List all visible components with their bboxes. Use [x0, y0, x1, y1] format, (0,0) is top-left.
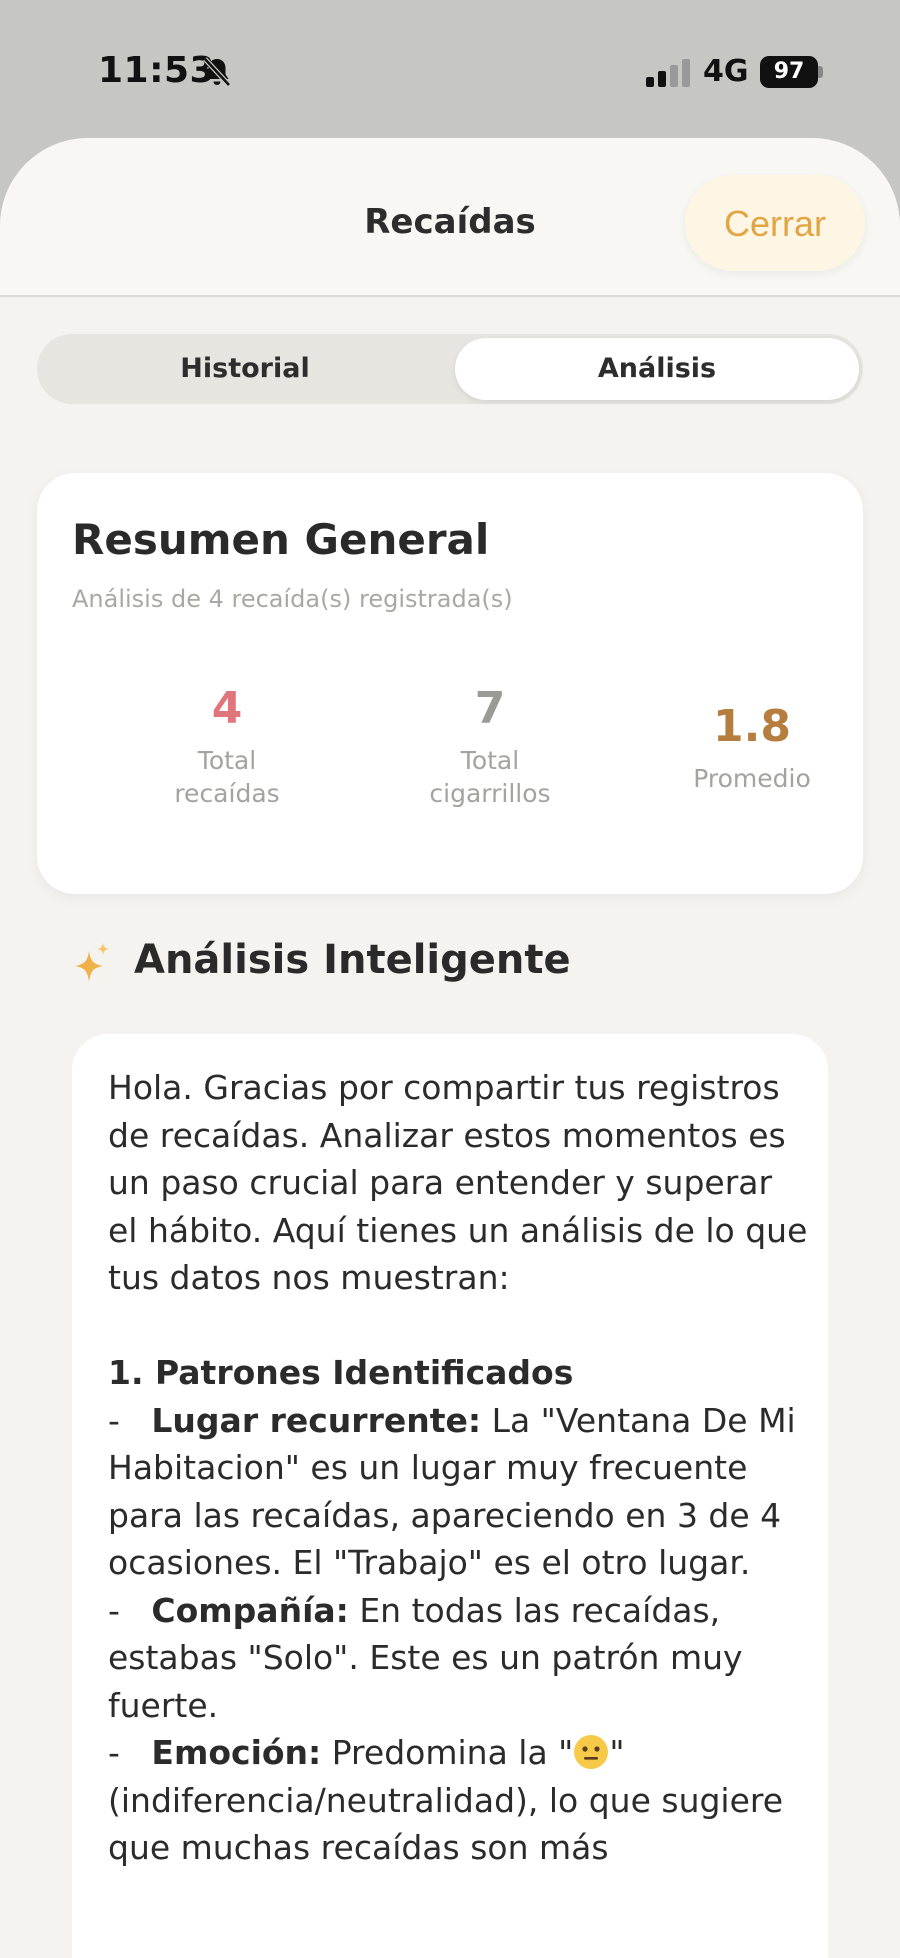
stat-value: 4 — [211, 683, 243, 734]
list-item: - Compañía: En todas las recaídas, estab… — [108, 1590, 743, 1725]
neutral-face-emoji-icon — [574, 1735, 609, 1769]
stat-total-relapses: 4 Total recaídas — [107, 683, 347, 810]
stat-value: 1.8 — [713, 701, 791, 752]
bell-slash-icon — [203, 57, 231, 87]
stat-label: Total cigarrillos — [429, 746, 551, 808]
ai-analysis-title: Análisis Inteligente — [134, 937, 571, 983]
close-button[interactable]: Cerrar — [685, 175, 865, 271]
tab-analisis[interactable]: Análisis — [455, 338, 859, 400]
battery-nub — [818, 66, 823, 78]
network-type: 4G — [703, 54, 749, 89]
ai-analysis-text: Hola. Gracias por compartir tus registro… — [108, 1064, 808, 1872]
stat-total-cigarettes: 7 Total cigarrillos — [370, 683, 610, 810]
sparkles-icon — [75, 943, 109, 982]
summary-title: Resumen General — [72, 515, 490, 564]
list-item: - Emoción: Predomina la " " (indiferencia… — [108, 1733, 784, 1867]
stat-value: 7 — [474, 683, 506, 734]
battery-indicator: 97 — [760, 56, 818, 88]
summary-subtitle: Análisis de 4 recaída(s) registrada(s) — [72, 585, 513, 613]
stat-label: Total recaídas — [174, 746, 280, 808]
sheet-header: Recaídas Cerrar — [0, 138, 900, 297]
relapses-sheet: Recaídas Cerrar Historial Análisis Resum… — [0, 138, 900, 1958]
summary-card: Resumen General Análisis de 4 recaída(s)… — [37, 473, 863, 894]
stat-label: Promedio — [693, 764, 811, 793]
list-item: - Lugar recurrente: La "Ventana De Mi Ha… — [108, 1400, 796, 1583]
ai-analysis-card: Hola. Gracias por compartir tus registro… — [72, 1034, 828, 1958]
tab-historial[interactable]: Historial — [41, 338, 449, 400]
status-bar: 11:53 4G 97 — [0, 0, 900, 140]
ai-intro: Hola. Gracias por compartir tus registro… — [108, 1068, 808, 1297]
ai-section-heading: 1. Patrones Identificados — [108, 1353, 574, 1392]
signal-icon — [646, 59, 690, 87]
status-time: 11:53 — [98, 50, 216, 91]
stat-average: 1.8 Promedio — [632, 701, 872, 795]
tabs-control: Historial Análisis — [37, 334, 863, 404]
